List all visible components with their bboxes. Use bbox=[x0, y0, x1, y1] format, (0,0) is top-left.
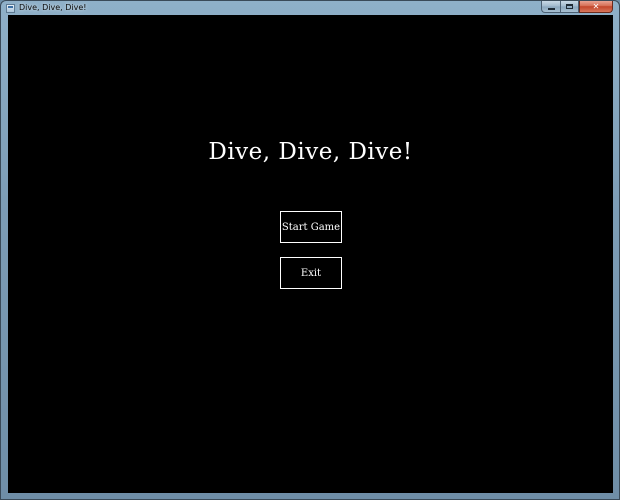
maximize-button[interactable] bbox=[560, 1, 579, 13]
window-title: Dive, Dive, Dive! bbox=[19, 3, 87, 12]
app-window: Dive, Dive, Dive! ✕ Dive, Dive, Dive! St… bbox=[0, 0, 620, 500]
start-game-button[interactable]: Start Game bbox=[280, 211, 342, 243]
app-icon[interactable] bbox=[6, 4, 15, 13]
close-icon: ✕ bbox=[592, 1, 600, 11]
minimize-button[interactable] bbox=[541, 1, 560, 13]
maximize-icon bbox=[566, 4, 573, 9]
close-button[interactable]: ✕ bbox=[579, 1, 613, 13]
exit-button[interactable]: Exit bbox=[280, 257, 342, 289]
game-title: Dive, Dive, Dive! bbox=[208, 139, 413, 165]
caption-buttons: ✕ bbox=[541, 1, 613, 13]
window-titlebar[interactable]: Dive, Dive, Dive! ✕ bbox=[1, 1, 619, 15]
game-canvas: Dive, Dive, Dive! Start Game Exit bbox=[8, 15, 613, 493]
minimize-icon bbox=[547, 7, 555, 10]
